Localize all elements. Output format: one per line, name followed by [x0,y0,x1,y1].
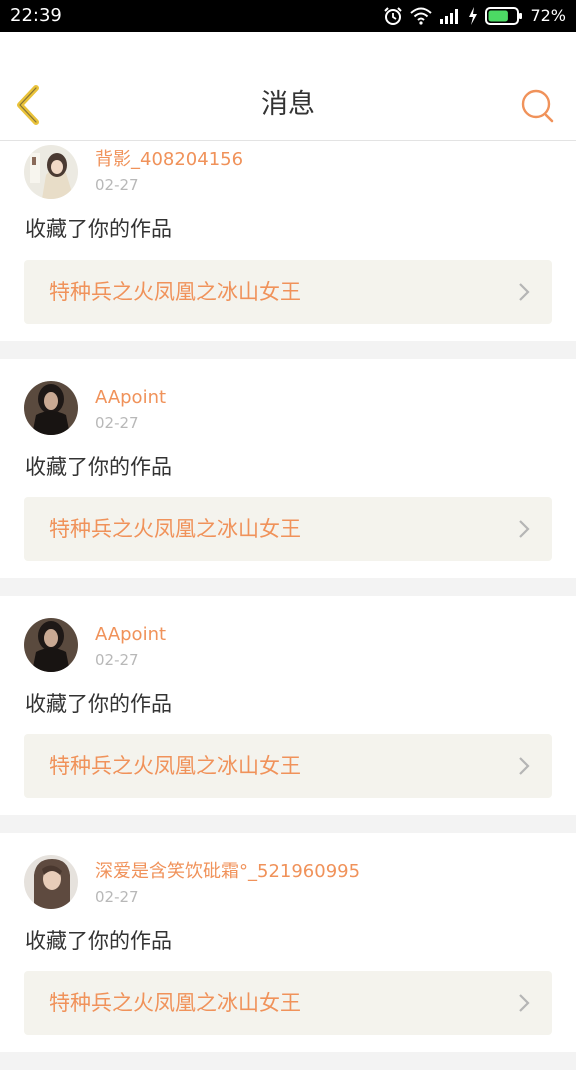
work-title: 特种兵之火凤凰之冰山女王 [49,517,301,541]
username[interactable]: AApoint [95,387,166,409]
message-date: 02-27 [95,651,139,669]
action-text: 收藏了你的作品 [25,692,172,716]
work-link[interactable]: 特种兵之火凤凰之冰山女王 [24,971,552,1035]
battery-icon [485,7,523,25]
username[interactable]: AApoint [95,624,166,646]
work-link[interactable]: 特种兵之火凤凰之冰山女王 [24,497,552,561]
chevron-right-icon [518,993,530,1017]
message-card: 背影_408204156 02-27 收藏了你的作品 特种兵之火凤凰之冰山女王 [0,141,576,341]
username[interactable]: 深爱是含笑饮砒霜°_521960995 [95,861,360,883]
status-time: 22:39 [10,5,62,26]
chevron-right-icon [518,519,530,543]
action-text: 收藏了你的作品 [25,455,172,479]
signal-icon [439,8,461,24]
search-icon [520,89,556,128]
page-title: 消息 [261,89,315,120]
avatar[interactable] [24,145,78,199]
battery-percentage: 72% [530,6,566,25]
work-title: 特种兵之火凤凰之冰山女王 [49,991,301,1015]
avatar[interactable] [24,855,78,909]
alarm-icon [383,6,403,26]
message-list: 背影_408204156 02-27 收藏了你的作品 特种兵之火凤凰之冰山女王 … [0,141,576,1070]
header-bar: 消息 [0,32,576,141]
action-text: 收藏了你的作品 [25,217,172,241]
work-link[interactable]: 特种兵之火凤凰之冰山女王 [24,260,552,324]
message-card: 深爱是含笑饮砒霜°_521960995 02-27 收藏了你的作品 特种兵之火凤… [0,833,576,1052]
chevron-right-icon [518,756,530,780]
username[interactable]: 背影_408204156 [95,149,243,171]
message-date: 02-27 [95,888,139,906]
work-title: 特种兵之火凤凰之冰山女王 [49,754,301,778]
action-text: 收藏了你的作品 [25,929,172,953]
status-icons: 72% [383,4,566,28]
message-date: 02-27 [95,176,139,194]
work-title: 特种兵之火凤凰之冰山女王 [49,280,301,304]
avatar[interactable] [24,381,78,435]
message-date: 02-27 [95,414,139,432]
chevron-right-icon [518,282,530,306]
avatar[interactable] [24,618,78,672]
search-button[interactable] [520,88,556,124]
message-card: AApoint 02-27 收藏了你的作品 特种兵之火凤凰之冰山女王 [0,359,576,578]
wifi-icon [410,7,433,25]
work-link[interactable]: 特种兵之火凤凰之冰山女王 [24,734,552,798]
status-bar: 22:39 72% [0,0,576,32]
message-card: AApoint 02-27 收藏了你的作品 特种兵之火凤凰之冰山女王 [0,596,576,815]
charging-icon [468,7,478,25]
